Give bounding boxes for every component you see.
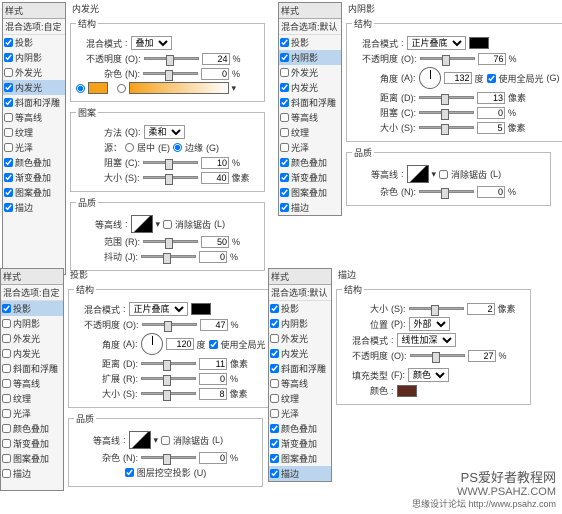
style-bevel[interactable]: 斜面和浮雕 bbox=[3, 95, 65, 110]
choke-input[interactable] bbox=[201, 157, 229, 169]
stroke-color-swatch[interactable] bbox=[397, 385, 417, 397]
panel-title: 内阴影 bbox=[348, 2, 551, 15]
size-input[interactable] bbox=[201, 172, 229, 184]
style-list: 样式 混合选项:默认 投影 内阴影 外发光 内发光 斜面和浮雕 等高线 纹理 光… bbox=[268, 268, 332, 482]
panel-title: 内发光 bbox=[72, 2, 265, 15]
style-satin[interactable]: 光泽 bbox=[3, 140, 65, 155]
angle-dial[interactable] bbox=[419, 67, 441, 89]
quality-group: 品质 等高线:▾消除锯齿(L) 范围(R):% 抖动(J):% bbox=[70, 196, 265, 271]
gradient-swatch[interactable] bbox=[129, 82, 229, 94]
style-texture[interactable]: 纹理 bbox=[3, 125, 65, 140]
style-contour[interactable]: 等高线 bbox=[3, 110, 65, 125]
style-color-overlay[interactable]: 颜色叠加 bbox=[3, 155, 65, 170]
blend-options[interactable]: 混合选项:自定 bbox=[3, 19, 65, 35]
opacity-slider[interactable] bbox=[144, 57, 199, 60]
knockout-check[interactable] bbox=[125, 468, 134, 477]
antialias-check[interactable] bbox=[163, 220, 172, 229]
panel-title: 描边 bbox=[338, 268, 531, 281]
source-center[interactable] bbox=[125, 143, 134, 152]
style-outer-glow[interactable]: 外发光 bbox=[3, 65, 65, 80]
struct-group: 结构 混合模式:叠加 不透明度(O):% 杂色(N):% ▾ bbox=[70, 17, 265, 102]
style-inner-glow[interactable]: 内发光 bbox=[3, 80, 65, 95]
style-grad-overlay[interactable]: 渐变叠加 bbox=[3, 170, 65, 185]
style-stroke[interactable]: 描边 bbox=[3, 200, 65, 215]
style-list: 样式 混合选项:自定 投影 内阴影 外发光 内发光 斜面和浮雕 等高线 纹理 光… bbox=[0, 268, 64, 491]
style-list: 样式 混合选项:自定 投影 内阴影 外发光 内发光 斜面和浮雕 等高线 纹理 光… bbox=[2, 2, 66, 275]
elements-group: 图案 方法(Q):柔和 源：居中(E) 边缘(G) 阻塞(C):% 大小(S):… bbox=[70, 106, 265, 192]
style-header: 样式 bbox=[3, 3, 65, 19]
style-pattern-overlay[interactable]: 图案叠加 bbox=[3, 185, 65, 200]
panel-title: 投影 bbox=[70, 268, 263, 281]
noise-slider[interactable] bbox=[143, 72, 198, 75]
watermark: PS爱好者教程网 WWW.PSAHZ.COM 思缘设计论坛 http://www… bbox=[412, 470, 556, 510]
range-input[interactable] bbox=[201, 236, 229, 248]
source-edge[interactable] bbox=[173, 143, 182, 152]
style-drop-shadow[interactable]: 投影 bbox=[3, 35, 65, 50]
blend-mode-select[interactable]: 叠加 bbox=[131, 36, 172, 50]
method-select[interactable]: 柔和 bbox=[144, 125, 185, 139]
color-swatch[interactable] bbox=[469, 37, 489, 49]
jitter-input[interactable] bbox=[199, 251, 227, 263]
opacity-input[interactable] bbox=[202, 53, 230, 65]
style-list: 样式 混合选项:默认 投影 内阴影 外发光 内发光 斜面和浮雕 等高线 纹理 光… bbox=[278, 2, 342, 216]
contour-picker[interactable] bbox=[131, 215, 153, 233]
gradient-radio[interactable] bbox=[117, 84, 126, 93]
color-swatch[interactable] bbox=[88, 82, 108, 94]
noise-input[interactable] bbox=[201, 68, 229, 80]
color-radio[interactable] bbox=[76, 84, 85, 93]
style-inner-shadow[interactable]: 内阴影 bbox=[3, 50, 65, 65]
